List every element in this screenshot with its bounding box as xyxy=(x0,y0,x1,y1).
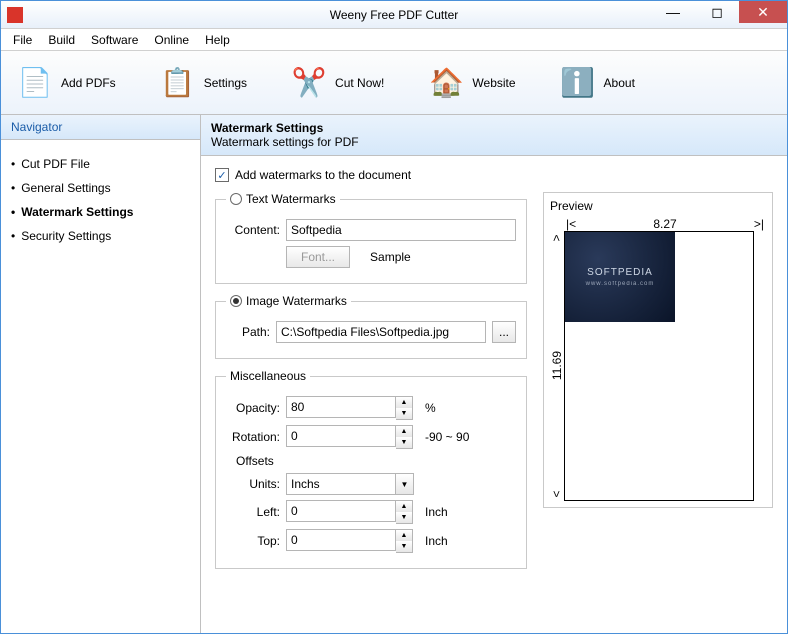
rotation-suffix: -90 ~ 90 xyxy=(425,430,469,444)
offsets-label: Offsets xyxy=(236,454,516,468)
path-input[interactable] xyxy=(276,321,486,343)
ruler-v-end: > xyxy=(550,490,564,497)
settings-button[interactable]: 📋 Settings xyxy=(152,61,255,105)
menu-online[interactable]: Online xyxy=(146,31,197,49)
window-buttons: — ◻ ✕ xyxy=(651,1,787,23)
left-input[interactable] xyxy=(286,500,396,522)
panel-title: Watermark Settings xyxy=(211,121,777,135)
enable-watermark-checkbox[interactable]: ✓ xyxy=(215,168,229,182)
text-watermarks-radio[interactable] xyxy=(230,193,242,205)
toolbar: 📄 Add PDFs 📋 Settings ✂️ Cut Now! 🏠 Webs… xyxy=(1,51,787,115)
home-icon: 🏠 xyxy=(428,65,464,101)
nav-item-general[interactable]: General Settings xyxy=(7,176,194,200)
menu-build[interactable]: Build xyxy=(40,31,83,49)
menu-file[interactable]: File xyxy=(5,31,40,49)
about-label: About xyxy=(604,76,635,90)
rotation-label: Rotation: xyxy=(226,430,280,444)
add-pdfs-button[interactable]: 📄 Add PDFs xyxy=(9,61,124,105)
ruler-h-start: |< xyxy=(566,217,576,231)
close-button[interactable]: ✕ xyxy=(739,1,787,23)
left-label: Left: xyxy=(236,505,280,519)
text-watermarks-group: Text Watermarks Content: Font... Sample xyxy=(215,192,527,284)
preview-page: SOFTPEDIA www.softpedia.com xyxy=(564,231,754,501)
rotation-spinner[interactable]: ▲▼ xyxy=(396,425,413,449)
sample-label: Sample xyxy=(370,250,411,264)
minimize-button[interactable]: — xyxy=(651,1,695,23)
pdf-icon: 📄 xyxy=(17,65,53,101)
enable-watermark-label: Add watermarks to the document xyxy=(235,168,411,182)
misc-legend: Miscellaneous xyxy=(226,369,310,383)
units-label: Units: xyxy=(236,477,280,491)
nav-item-cut-pdf[interactable]: Cut PDF File xyxy=(7,152,194,176)
settings-label: Settings xyxy=(204,76,247,90)
image-watermarks-group: Image Watermarks Path: ... xyxy=(215,294,527,359)
add-pdfs-label: Add PDFs xyxy=(61,76,116,90)
misc-group: Miscellaneous Opacity: ▲▼ % Rotation: xyxy=(215,369,527,569)
top-input[interactable] xyxy=(286,529,396,551)
image-watermarks-radio[interactable] xyxy=(230,295,242,307)
ruler-h-end: >| xyxy=(754,217,764,231)
website-button[interactable]: 🏠 Website xyxy=(420,61,523,105)
preview-panel: Preview |< 8.27 >| < 11.69 xyxy=(543,192,773,508)
preview-title: Preview xyxy=(550,199,766,213)
navigator-panel: Navigator Cut PDF File General Settings … xyxy=(1,115,201,633)
wm-sub-text: www.softpedia.com xyxy=(586,281,655,287)
panel-header: Watermark Settings Watermark settings fo… xyxy=(201,115,787,156)
enable-watermark-row: ✓ Add watermarks to the document xyxy=(215,168,773,182)
content-label: Content: xyxy=(226,223,280,237)
opacity-spinner[interactable]: ▲▼ xyxy=(396,396,413,420)
cut-now-button[interactable]: ✂️ Cut Now! xyxy=(283,61,392,105)
opacity-suffix: % xyxy=(425,401,436,415)
ruler-vertical: < 11.69 > xyxy=(550,231,564,501)
app-icon xyxy=(7,7,23,23)
scissors-icon: ✂️ xyxy=(291,65,327,101)
maximize-button[interactable]: ◻ xyxy=(695,1,739,23)
nav-item-watermark[interactable]: Watermark Settings xyxy=(7,200,194,224)
image-watermarks-legend[interactable]: Image Watermarks xyxy=(226,294,351,308)
left-suffix: Inch xyxy=(425,505,448,519)
left-spinner[interactable]: ▲▼ xyxy=(396,500,413,524)
text-watermarks-legend[interactable]: Text Watermarks xyxy=(226,192,340,206)
units-dropdown-icon[interactable]: ▼ xyxy=(396,473,414,495)
path-label: Path: xyxy=(226,325,270,339)
watermark-preview-image: SOFTPEDIA www.softpedia.com xyxy=(565,232,675,322)
menu-software[interactable]: Software xyxy=(83,31,146,49)
about-button[interactable]: ℹ️ About xyxy=(552,61,643,105)
opacity-label: Opacity: xyxy=(226,401,280,415)
content-input[interactable] xyxy=(286,219,516,241)
top-spinner[interactable]: ▲▼ xyxy=(396,529,413,553)
ruler-v-start: < xyxy=(550,234,564,241)
info-icon: ℹ️ xyxy=(560,65,596,101)
browse-button[interactable]: ... xyxy=(492,321,516,343)
font-button[interactable]: Font... xyxy=(286,246,350,268)
ruler-h-value: 8.27 xyxy=(653,217,676,231)
checklist-icon: 📋 xyxy=(160,65,196,101)
opacity-input[interactable] xyxy=(286,396,396,418)
navigator-list: Cut PDF File General Settings Watermark … xyxy=(1,140,200,260)
titlebar: Weeny Free PDF Cutter — ◻ ✕ xyxy=(1,1,787,29)
cut-now-label: Cut Now! xyxy=(335,76,384,90)
units-select[interactable] xyxy=(286,473,396,495)
panel-subtitle: Watermark settings for PDF xyxy=(211,135,777,149)
menu-help[interactable]: Help xyxy=(197,31,238,49)
ruler-horizontal: |< 8.27 >| xyxy=(564,217,766,231)
menubar: File Build Software Online Help xyxy=(1,29,787,51)
main-panel: Watermark Settings Watermark settings fo… xyxy=(201,115,787,633)
top-label: Top: xyxy=(236,534,280,548)
website-label: Website xyxy=(472,76,515,90)
ruler-v-value: 11.69 xyxy=(550,351,564,380)
rotation-input[interactable] xyxy=(286,425,396,447)
navigator-header: Navigator xyxy=(1,115,200,140)
wm-brand-text: SOFTPEDIA xyxy=(587,267,653,278)
nav-item-security[interactable]: Security Settings xyxy=(7,224,194,248)
top-suffix: Inch xyxy=(425,534,448,548)
